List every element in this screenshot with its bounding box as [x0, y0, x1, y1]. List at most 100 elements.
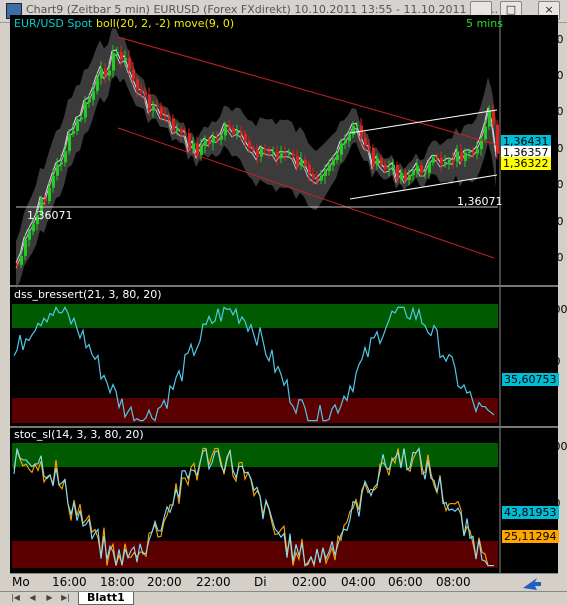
stoc-d-value-tag: 25,11294: [502, 530, 559, 543]
x-tick: 22:00: [196, 575, 231, 589]
candle-body: [332, 159, 335, 166]
candle-body: [324, 171, 327, 176]
candle-body: [236, 131, 239, 134]
candle-body: [84, 102, 87, 118]
candle-body: [276, 151, 279, 159]
candle-body: [124, 57, 127, 61]
candle-body: [432, 157, 435, 163]
candle-body: [388, 168, 391, 170]
candle-body: [408, 175, 411, 180]
candle-body: [308, 164, 311, 175]
candle-body: [204, 140, 207, 147]
candle-body: [320, 175, 323, 181]
candle-body: [396, 164, 399, 179]
candle-body: [48, 187, 51, 201]
candle-body: [144, 91, 147, 95]
candle-body: [268, 150, 271, 153]
candle-body: [288, 153, 291, 155]
candle-body: [52, 175, 55, 188]
dss-y-tick: 0: [550, 411, 557, 424]
candle-body: [356, 125, 359, 127]
candle-body: [80, 117, 83, 120]
candle-body: [96, 78, 99, 91]
candle-body: [256, 150, 259, 157]
candle-body: [56, 164, 59, 176]
last-sheet-button[interactable]: ▶|: [60, 593, 71, 603]
candle-body: [64, 151, 67, 163]
candle-body: [280, 153, 283, 159]
oversold-zone: [12, 398, 498, 423]
candle-body: [44, 199, 47, 201]
candle-body: [136, 79, 139, 90]
price-tag-yellow: 1,36322: [501, 157, 551, 170]
candle-body: [476, 149, 479, 154]
candle-body: [468, 151, 471, 153]
first-sheet-button[interactable]: |◀: [10, 593, 21, 603]
candle-body: [132, 69, 135, 80]
y-tick: 1,36200: [518, 178, 564, 191]
stoc-y-tick: 0: [550, 553, 557, 566]
candle-body: [216, 137, 219, 140]
candle-body: [348, 134, 351, 141]
dss-value-tag: 35,60753: [502, 373, 559, 386]
candle-body: [168, 116, 171, 119]
candle-body: [160, 107, 163, 116]
timeframe-label: 5 mins: [466, 17, 503, 30]
candle-body: [312, 174, 315, 179]
axis-corner: [507, 573, 558, 592]
candle-body: [272, 151, 275, 153]
candle-body: [28, 231, 31, 240]
candle-body: [292, 153, 295, 156]
candle-body: [180, 128, 183, 133]
candle-body: [304, 159, 307, 165]
candle-body: [296, 155, 299, 166]
candle-body: [364, 137, 367, 147]
candle-body: [428, 162, 431, 173]
candle-body: [260, 148, 263, 157]
prev-sheet-button[interactable]: ◀: [27, 593, 38, 603]
cursor-arrow-icon[interactable]: [507, 574, 558, 592]
candle-body: [192, 143, 195, 149]
candle-body: [148, 94, 151, 110]
dss-header: dss_bressert(21, 3, 80, 20): [14, 288, 162, 301]
time-axis[interactable]: Mo 16:00 18:00 20:00 22:00 Di 02:00 04:0…: [10, 573, 507, 592]
sheet-tab-bar: |◀ ◀ ▶ ▶| Blatt1: [0, 591, 567, 605]
candle-body: [100, 68, 103, 79]
y-tick: 1,36800: [518, 69, 564, 82]
candle-body: [16, 264, 19, 266]
stoc-k-value-tag: 43,81953: [502, 506, 559, 519]
dss-y-tick: 50,00000: [508, 355, 561, 368]
candle-body: [448, 160, 451, 163]
candle-body: [336, 154, 339, 160]
candle-body: [72, 130, 75, 134]
overbought-zone: [12, 304, 498, 328]
candle-body: [164, 115, 167, 117]
candle-body: [156, 106, 159, 108]
candle-body: [184, 132, 187, 134]
candle-body: [76, 119, 79, 131]
candle-body: [464, 152, 467, 161]
candle-body: [492, 109, 495, 125]
oversold-zone: [12, 541, 498, 568]
stoc-y-tick: 100,00000: [508, 440, 567, 453]
candle-body: [380, 158, 383, 165]
candle-body: [240, 131, 243, 134]
candle-body: [232, 128, 235, 134]
next-sheet-button[interactable]: ▶: [44, 593, 55, 603]
sheet-tab-blatt1[interactable]: Blatt1: [78, 592, 134, 605]
y-tick: 1,36000: [518, 215, 564, 228]
dss-y-tick: 100,00000: [508, 303, 567, 316]
candle-body: [196, 143, 199, 155]
candle-body: [420, 165, 423, 174]
overbought-zone: [12, 443, 498, 467]
chart-area[interactable]: EUR/USD Spot boll(20, 2, -2) move(9, 0) …: [10, 15, 567, 573]
candle-body: [220, 135, 223, 140]
candle-body: [24, 239, 27, 256]
candle-body: [316, 178, 319, 181]
panel-divider-1[interactable]: [10, 285, 558, 287]
candle-body: [440, 157, 443, 164]
x-tick: Mo: [12, 575, 30, 589]
candle-body: [300, 159, 303, 166]
candle-body: [200, 146, 203, 155]
candle-body: [212, 137, 215, 143]
